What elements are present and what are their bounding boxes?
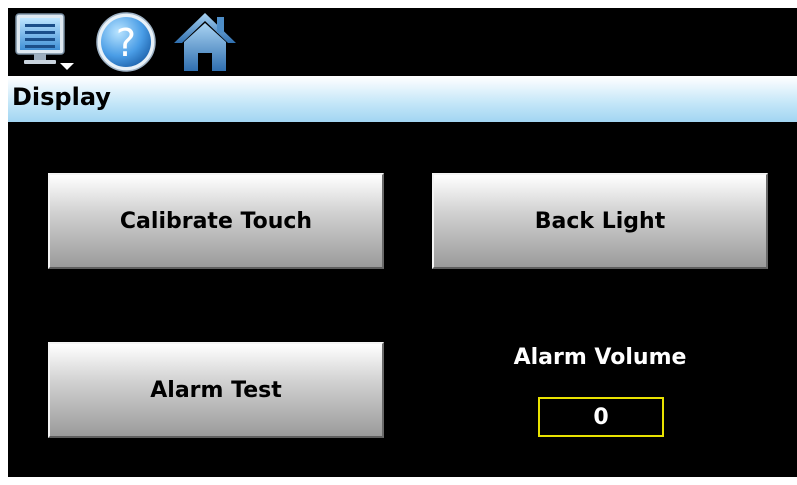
alarm-test-button[interactable]: Alarm Test xyxy=(48,342,384,438)
svg-text:?: ? xyxy=(116,21,136,65)
toolbar: ? xyxy=(8,8,797,74)
monitor-menu-icon[interactable] xyxy=(12,11,76,73)
alarm-volume-label: Alarm Volume xyxy=(513,345,687,370)
page-title: Display xyxy=(12,83,111,111)
alarm-volume-field[interactable]: 0 xyxy=(538,397,664,437)
page-title-bar: Display xyxy=(8,76,797,122)
screen: ? Display Calibrate Touch Back Light Ala… xyxy=(8,8,797,477)
help-icon[interactable]: ? xyxy=(94,11,158,73)
home-icon[interactable] xyxy=(172,11,238,73)
calibrate-touch-button[interactable]: Calibrate Touch xyxy=(48,173,384,269)
back-light-button[interactable]: Back Light xyxy=(432,173,768,269)
